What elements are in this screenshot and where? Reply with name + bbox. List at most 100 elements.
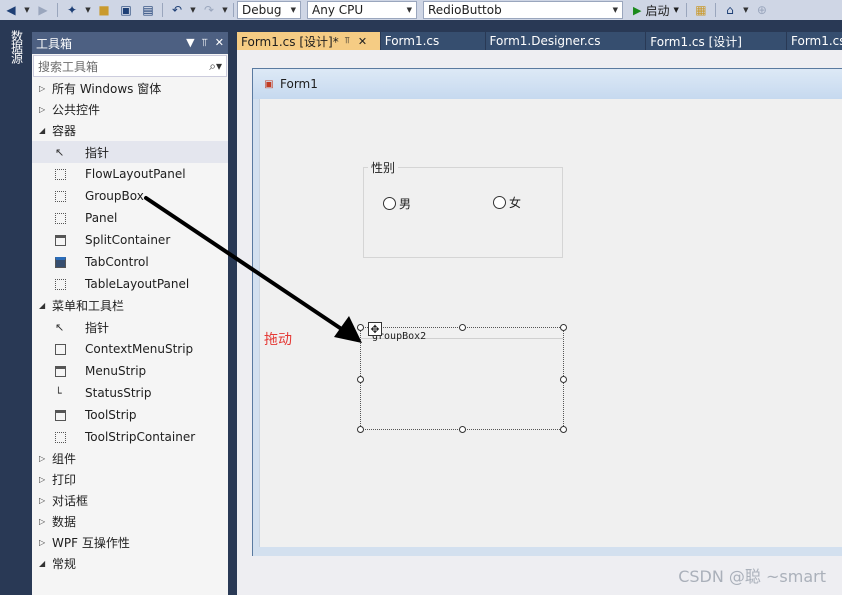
close-icon[interactable]: ✕ bbox=[215, 36, 224, 50]
toolbox-item-tablelayoutpanel[interactable]: TableLayoutPanel bbox=[32, 273, 228, 295]
resize-handle[interactable] bbox=[357, 426, 364, 433]
platform-value: Any CPU bbox=[312, 3, 364, 17]
toolbox-item-label: SplitContainer bbox=[85, 233, 171, 247]
tab-form1-design-modified[interactable]: Form1.cs [设计]* ⫪ ✕ bbox=[237, 32, 380, 50]
form-client-area[interactable]: 性别 男 女 groupBox2 ✥ bbox=[259, 99, 842, 547]
home-icon[interactable]: ⌂ bbox=[719, 0, 741, 20]
toolbox-category[interactable]: ◢ 菜单和工具栏 bbox=[32, 295, 228, 316]
gender-groupbox[interactable]: 性别 男 女 bbox=[363, 159, 563, 258]
back-icon[interactable]: ◀ bbox=[0, 0, 22, 20]
toolbox-item-label: FlowLayoutPanel bbox=[85, 167, 186, 181]
toolbox-category[interactable]: ◢ 常规 bbox=[32, 553, 228, 574]
tab-form1-cs-2[interactable]: Form1.cs bbox=[787, 32, 842, 50]
startup-project-select[interactable]: RedioButtob ▼ bbox=[423, 1, 623, 19]
toolbox-item-label: 指针 bbox=[85, 145, 110, 160]
tab-form1-design[interactable]: Form1.cs [设计] bbox=[646, 32, 786, 50]
toolbox-category[interactable]: ▷ 打印 bbox=[32, 469, 228, 490]
form-titlebar: ▣ Form1 bbox=[253, 69, 842, 99]
toolbox-item-contextmenustrip[interactable]: ContextMenuStrip bbox=[32, 338, 228, 360]
home-dropdown-icon[interactable]: ▼ bbox=[741, 0, 751, 20]
resize-handle[interactable] bbox=[459, 426, 466, 433]
toolbox-category[interactable]: ▷ 公共控件 bbox=[32, 99, 228, 120]
toolbox-title: 工具箱 bbox=[36, 36, 73, 51]
resize-handle[interactable] bbox=[357, 376, 364, 383]
configuration-select[interactable]: Debug ▼ bbox=[237, 1, 301, 19]
resize-handle[interactable] bbox=[560, 426, 567, 433]
main-toolbar: ◀ ▼ ▶ ✦ ▼ ■ ▣ ▤ ↶ ▼ ↷ ▼ Debug ▼ Any CPU … bbox=[0, 0, 842, 20]
start-button[interactable]: ▶ 启动 ▼ bbox=[629, 2, 683, 19]
toolbox-item-label: ToolStripContainer bbox=[85, 430, 196, 444]
toolbox-item-statusstrip[interactable]: └ StatusStrip bbox=[32, 382, 228, 404]
tab-label: Form1.Designer.cs bbox=[489, 34, 601, 48]
browser-link-icon[interactable]: ▦ bbox=[690, 0, 712, 20]
redo-icon[interactable]: ↷ bbox=[198, 0, 220, 20]
toolbox-search-input[interactable]: 搜索工具箱 ⌕▾ bbox=[33, 55, 227, 77]
tab-form1-designer-cs[interactable]: Form1.Designer.cs bbox=[485, 32, 646, 50]
toolbox-item-tabcontrol[interactable]: TabControl bbox=[32, 251, 228, 273]
toolbar-separator bbox=[714, 3, 716, 17]
resize-handle[interactable] bbox=[357, 324, 364, 331]
open-folder-icon[interactable]: ■ bbox=[93, 0, 115, 20]
panel-splitter[interactable] bbox=[228, 20, 237, 595]
pin-icon[interactable]: ⫪ bbox=[202, 36, 208, 50]
toolbox-item-pointer[interactable]: ↖ 指针 bbox=[32, 316, 228, 338]
groupbox2-selected[interactable]: groupBox2 ✥ bbox=[357, 322, 567, 433]
data-sources-tab[interactable]: 数据源 bbox=[8, 30, 26, 88]
close-icon[interactable]: ✕ bbox=[358, 35, 367, 48]
resize-handle[interactable] bbox=[459, 324, 466, 331]
back-dropdown-icon[interactable]: ▼ bbox=[22, 0, 32, 20]
resize-handle[interactable] bbox=[560, 324, 567, 331]
platform-select[interactable]: Any CPU ▼ bbox=[307, 1, 417, 19]
tab-label: Form1.cs [设计] bbox=[650, 34, 742, 49]
configuration-value: Debug bbox=[242, 3, 282, 17]
toolbox-item-pointer[interactable]: ↖ 指针 bbox=[32, 141, 228, 163]
menustrip-icon bbox=[55, 365, 66, 377]
contextmenustrip-icon bbox=[55, 343, 66, 355]
toolbox-item-splitcontainer[interactable]: SplitContainer bbox=[32, 229, 228, 251]
toolbox-category[interactable]: ◢ 容器 bbox=[32, 120, 228, 141]
toolbox-item-toolstrip[interactable]: ToolStrip bbox=[32, 404, 228, 426]
chevron-down-icon: ▼ bbox=[673, 6, 679, 14]
toolbox-category[interactable]: ▷ 组件 bbox=[32, 448, 228, 469]
align-icon[interactable]: ⊕ bbox=[751, 0, 773, 20]
search-icon[interactable]: ⌕▾ bbox=[209, 59, 222, 74]
radio-female[interactable]: 女 bbox=[493, 194, 521, 211]
toolbox-item-flowlayoutpanel[interactable]: FlowLayoutPanel bbox=[32, 163, 228, 185]
radio-male[interactable]: 男 bbox=[383, 195, 411, 212]
toolbox-item-label: GroupBox bbox=[85, 189, 144, 203]
radio-circle-icon bbox=[493, 196, 506, 209]
toolbox-category[interactable]: ▷ 数据 bbox=[32, 511, 228, 532]
new-project-icon[interactable]: ✦ bbox=[61, 0, 83, 20]
form-icon: ▣ bbox=[264, 78, 274, 90]
toolbox-item-groupbox[interactable]: GroupBox bbox=[32, 185, 228, 207]
save-icon[interactable]: ▣ bbox=[115, 0, 137, 20]
save-all-icon[interactable]: ▤ bbox=[137, 0, 159, 20]
toolbox-item-panel[interactable]: Panel bbox=[32, 207, 228, 229]
toolbox-item-menustrip[interactable]: MenuStrip bbox=[32, 360, 228, 382]
redo-dropdown-icon[interactable]: ▼ bbox=[220, 0, 230, 20]
watermark: CSDN @聪 ~smart bbox=[678, 567, 826, 586]
toolstripcontainer-icon bbox=[55, 431, 66, 443]
form-window[interactable]: ▣ Form1 性别 男 女 groupBox2 ✥ bbox=[252, 68, 842, 556]
resize-handle[interactable] bbox=[560, 376, 567, 383]
window-position-icon[interactable]: ▼ bbox=[186, 36, 194, 50]
new-project-dropdown-icon[interactable]: ▼ bbox=[83, 0, 93, 20]
toolbox-category[interactable]: ▷ 对话框 bbox=[32, 490, 228, 511]
toolbox-category[interactable]: ▷ 所有 Windows 窗体 bbox=[32, 78, 228, 99]
flowlayoutpanel-icon bbox=[55, 168, 66, 180]
pin-icon[interactable]: ⫪ bbox=[345, 36, 350, 46]
category-label: 所有 Windows 窗体 bbox=[52, 82, 162, 96]
forward-icon[interactable]: ▶ bbox=[32, 0, 54, 20]
expand-icon: ▷ bbox=[39, 496, 46, 505]
startup-project-value: RedioButtob bbox=[428, 3, 502, 17]
undo-icon[interactable]: ↶ bbox=[166, 0, 188, 20]
tab-label: Form1.cs [设计]* bbox=[241, 34, 339, 49]
undo-dropdown-icon[interactable]: ▼ bbox=[188, 0, 198, 20]
tab-form1-cs[interactable]: Form1.cs bbox=[380, 32, 485, 50]
toolbox-item-label: ContextMenuStrip bbox=[85, 342, 194, 356]
toolbar-separator bbox=[233, 3, 234, 17]
move-handle-icon[interactable]: ✥ bbox=[368, 322, 382, 336]
toolbox-item-toolstripcontainer[interactable]: ToolStripContainer bbox=[32, 426, 228, 448]
category-label: 菜单和工具栏 bbox=[52, 299, 125, 313]
toolbox-category[interactable]: ▷ WPF 互操作性 bbox=[32, 532, 228, 553]
